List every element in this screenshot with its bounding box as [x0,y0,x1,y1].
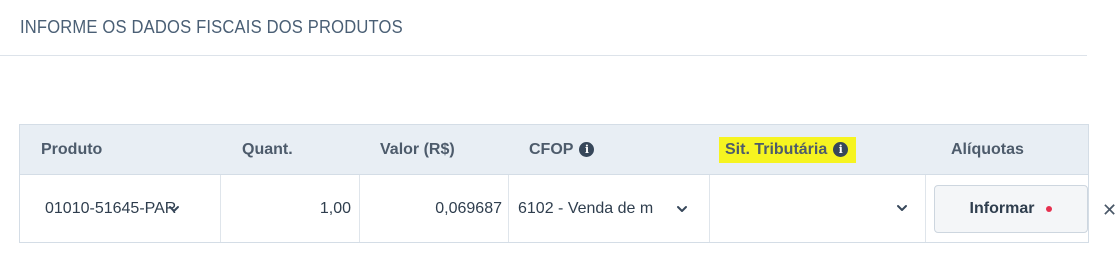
column-divider [359,175,360,242]
cfop-value: 6102 - Venda de m [518,199,654,217]
column-divider [220,175,221,242]
valor-value: 0,069687 [435,199,502,217]
informar-label: Informar [969,200,1035,217]
informar-button[interactable]: Informar [934,185,1088,233]
header-cfop-label: CFOP [529,140,574,158]
header-sit-tributaria: Sit. Tributária i [719,125,857,174]
column-divider [709,175,710,242]
valor-input[interactable]: 0,069687 [365,175,502,242]
sit-tributaria-highlight: Sit. Tributária i [719,136,857,163]
info-icon[interactable]: i [579,142,595,157]
header-produto: Produto [41,125,102,174]
sit-tributaria-select[interactable] [712,175,922,242]
status-dot [1046,206,1053,212]
close-icon[interactable]: ✕ [1102,200,1117,221]
chevron-down-icon[interactable] [676,203,688,215]
header-sit-tributaria-label: Sit. Tributária [725,140,828,158]
quant-value: 1,00 [319,199,351,217]
quant-input[interactable]: 1,00 [230,175,351,242]
chevron-down-icon[interactable] [896,202,908,214]
chevron-down-icon[interactable] [168,203,180,215]
produto-value: 01010-51645-PAR [45,199,177,217]
header-produto-label: Produto [41,140,103,158]
header-quant: Quant. [242,125,293,174]
column-divider [508,175,509,242]
header-quant-label: Quant. [242,140,293,158]
header-valor: Valor (R$) [380,125,455,174]
section-title: INFORME OS DADOS FISCAIS DOS PRODUTOS [20,17,403,37]
divider [0,55,1087,56]
produto-select[interactable]: 01010-51645-PAR [45,175,215,242]
info-icon[interactable]: i [833,142,849,157]
header-cfop: CFOP i [529,125,595,174]
header-aliquotas: Alíquotas [951,125,1024,174]
column-divider [925,175,926,242]
header-valor-label: Valor (R$) [380,140,455,158]
header-aliquotas-label: Alíquotas [951,140,1024,158]
cfop-select[interactable]: 6102 - Venda de m [518,175,668,242]
fiscal-data-table: Produto Quant. Valor (R$) CFOP i Sit. Tr… [19,124,1089,243]
